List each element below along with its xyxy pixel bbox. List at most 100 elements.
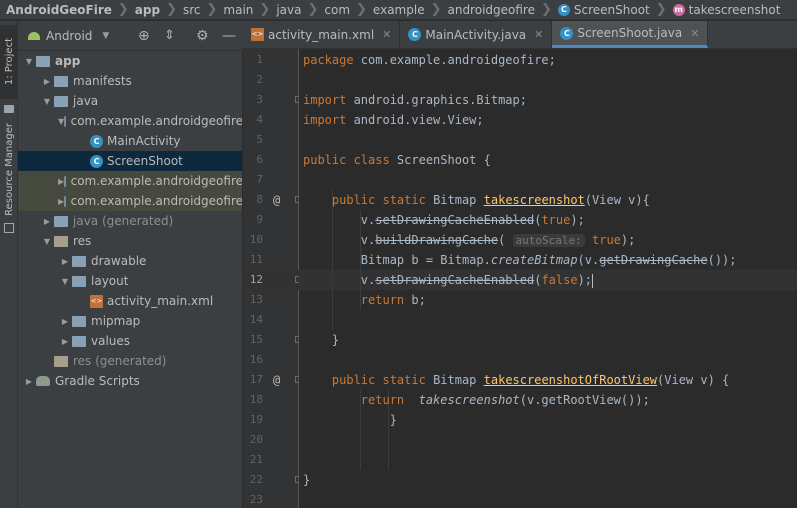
code-token: Bitmap b = Bitmap. — [303, 253, 491, 267]
code-token: v. — [303, 213, 376, 227]
expanded-arrow-icon[interactable]: ▼ — [40, 237, 54, 246]
override-annotation-icon[interactable]: @ — [273, 190, 280, 210]
locate-file-icon[interactable]: ⊕ — [138, 28, 150, 44]
editor-tab[interactable]: C MainActivity.java ✕ — [400, 21, 553, 48]
java-class-icon: C — [408, 28, 422, 41]
code-line[interactable]: import android.view.View; — [303, 110, 484, 130]
module-folder-icon — [36, 55, 50, 67]
keyword-token: public static — [331, 373, 434, 387]
line-number: 16 — [249, 353, 263, 366]
code-line[interactable]: v.setDrawingCacheEnabled(false); — [303, 270, 594, 290]
code-line[interactable]: } — [303, 410, 397, 430]
tree-item[interactable]: ▶ values — [18, 331, 242, 351]
code-line[interactable]: import android.graphics.Bitmap; — [303, 90, 527, 110]
expanded-arrow-icon[interactable]: ▼ — [40, 97, 54, 106]
collapsed-arrow-icon[interactable]: ▶ — [22, 377, 36, 386]
breadcrumb-item[interactable]: m takescreenshot — [667, 3, 780, 17]
code-token: android.view.View; — [353, 113, 484, 127]
breadcrumb-item[interactable]: java — [270, 3, 301, 17]
code-line[interactable]: } — [303, 470, 310, 490]
code-line[interactable]: public class ScreenShoot { — [303, 150, 491, 170]
collapsed-arrow-icon[interactable]: ▶ — [58, 257, 72, 266]
tree-item[interactable]: ▶ java (generated) — [18, 211, 242, 231]
tree-item-label: mipmap — [91, 314, 141, 328]
keyword-token: return — [360, 293, 412, 307]
tree-item[interactable]: ▼ java — [18, 91, 242, 111]
line-number: 4 — [256, 113, 263, 126]
code-line[interactable]: Bitmap b = Bitmap.createBitmap(v.getDraw… — [303, 250, 737, 270]
deprecated-token: getDrawingCache — [599, 253, 708, 267]
tree-item-label: ScreenShoot — [107, 154, 183, 168]
folder-icon — [54, 95, 68, 107]
folder-icon — [54, 215, 68, 227]
code-line[interactable]: public static Bitmap takescreenshotOfRoo… — [303, 370, 729, 390]
editor-tab-label: MainActivity.java — [425, 27, 527, 42]
breadcrumb-item[interactable]: AndroidGeoFire — [0, 3, 112, 17]
tree-item[interactable]: ▼ layout — [18, 271, 242, 291]
tree-item[interactable]: ▼ res — [18, 231, 242, 251]
close-tab-icon[interactable]: ✕ — [690, 27, 699, 40]
tree-item[interactable]: C ScreenShoot — [18, 151, 242, 171]
line-number: 17 — [249, 373, 263, 386]
code-line[interactable]: v.setDrawingCacheEnabled(true); — [303, 210, 585, 230]
tree-item[interactable]: ▶ drawable — [18, 251, 242, 271]
code-editor[interactable]: package com.example.androidgeofire; impor… — [299, 49, 797, 508]
tree-item[interactable]: ▶ manifests — [18, 71, 242, 91]
gear-icon[interactable]: ⚙ — [196, 28, 209, 44]
code-line[interactable]: return takescreenshot(v.getRootView()); — [303, 390, 650, 410]
collapse-all-icon[interactable]: ⇕ — [164, 28, 175, 43]
tree-item[interactable]: ▶ mipmap — [18, 311, 242, 331]
breadcrumb-item[interactable]: app — [129, 3, 160, 17]
editor-tab[interactable]: C ScreenShoot.java ✕ — [552, 21, 709, 48]
tree-item[interactable]: ▶ Gradle Scripts — [18, 371, 242, 391]
code-line[interactable]: public static Bitmap takescreenshot(View… — [303, 190, 650, 210]
line-number: 11 — [249, 253, 263, 266]
code-line[interactable]: package com.example.androidgeofire; — [303, 50, 556, 70]
collapsed-arrow-icon[interactable]: ▶ — [40, 77, 54, 86]
code-token: ); — [577, 273, 593, 287]
project-tool-tab[interactable]: 1: Project — [0, 25, 18, 99]
tree-item-label: com.example.androidgeofire — [70, 114, 243, 128]
collapsed-arrow-icon[interactable]: ▶ — [58, 317, 72, 326]
tree-item[interactable]: C MainActivity — [18, 131, 242, 151]
resource-manager-tool-tab[interactable]: Resource Manager — [0, 121, 18, 217]
editor-tab[interactable]: <> activity_main.xml ✕ — [243, 21, 401, 48]
breadcrumb-item[interactable]: src — [177, 3, 201, 17]
gradle-icon — [36, 376, 50, 386]
chevron-down-icon[interactable]: ▼ — [102, 31, 109, 41]
code-line[interactable]: return b; — [303, 290, 426, 310]
tree-item[interactable]: ▶ com.example.androidgeofire — [18, 191, 242, 211]
keyword-token: import — [303, 113, 354, 127]
breadcrumb-separator-icon: ❯ — [430, 2, 442, 17]
tree-item[interactable]: ▼ com.example.androidgeofire — [18, 111, 243, 131]
breadcrumb-item[interactable]: main — [217, 3, 253, 17]
resource-manager-tab-label: Resource Manager — [3, 122, 15, 216]
tree-item[interactable]: ▶ com.example.androidgeofire — [18, 171, 242, 191]
code-line[interactable]: v.buildDrawingCache( autoScale: true); — [303, 230, 635, 250]
breadcrumb-item[interactable]: C ScreenShoot — [552, 3, 650, 17]
tree-item[interactable]: res (generated) — [18, 351, 242, 371]
collapsed-arrow-icon[interactable]: ▶ — [40, 217, 54, 226]
breadcrumb-item[interactable]: androidgeofire — [441, 3, 535, 17]
project-tree: ▼ app ▶ manifests ▼ java ▼ com.example.androidg… — [18, 51, 243, 508]
code-token: android.graphics.Bitmap; — [353, 93, 527, 107]
tree-item[interactable]: <> activity_main.xml — [18, 291, 242, 311]
project-view-selector[interactable]: Android — [46, 29, 92, 43]
line-number: 18 — [249, 393, 263, 406]
close-tab-icon[interactable]: ✕ — [534, 28, 543, 41]
tree-item-label: java — [73, 94, 99, 108]
close-tab-icon[interactable]: ✕ — [382, 28, 391, 41]
collapsed-arrow-icon[interactable]: ▶ — [58, 337, 72, 346]
breadcrumb-item[interactable]: example — [367, 3, 425, 17]
tree-item[interactable]: ▼ app — [18, 51, 242, 71]
expanded-arrow-icon[interactable]: ▼ — [22, 57, 36, 66]
code-line[interactable]: } — [303, 330, 339, 350]
breadcrumb-separator-icon: ❯ — [259, 2, 271, 17]
override-annotation-icon[interactable]: @ — [273, 370, 280, 390]
breadcrumb-item[interactable]: com — [318, 3, 350, 17]
hide-panel-icon[interactable]: — — [222, 28, 236, 44]
expanded-arrow-icon[interactable]: ▼ — [58, 277, 72, 286]
code-token: (v.getRootView()); — [519, 393, 650, 407]
line-number: 3 — [256, 93, 263, 106]
